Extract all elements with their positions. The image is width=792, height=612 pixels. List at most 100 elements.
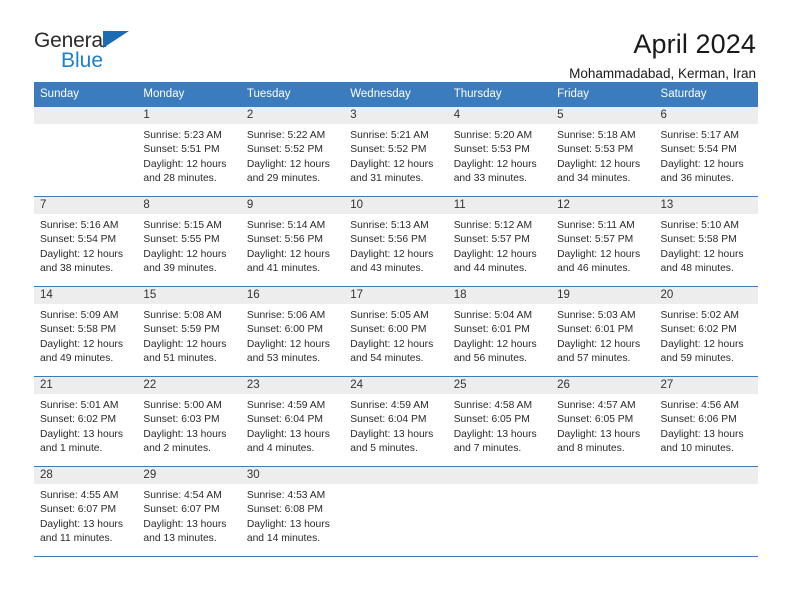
day-cell-empty — [551, 466, 655, 556]
day-cell[interactable]: 16 Sunrise: 5:06 AM Sunset: 6:00 PM Dayligh… — [240, 286, 345, 376]
day-cell[interactable]: 21 Sunrise: 5:01 AM Sunset: 6:02 PM Dayligh… — [34, 376, 138, 466]
day-cell[interactable]: 7 Sunrise: 5:16 AM Sunset: 5:54 PM Daylight… — [34, 196, 138, 286]
day-details: Sunrise: 5:21 AM Sunset: 5:52 PM Daylight:… — [344, 124, 447, 186]
daylight-text-line1: Daylight: 13 hours — [40, 518, 123, 530]
day-cell[interactable]: 9 Sunrise: 5:14 AM Sunset: 5:56 PM Daylight… — [240, 196, 345, 286]
day-details: Sunrise: 4:59 AM Sunset: 6:04 PM Daylight:… — [344, 394, 447, 456]
calendar-grid: Sunday Monday Tuesday Wednesday Thursday… — [34, 82, 758, 557]
general-blue-logo[interactable]: General Blue — [34, 30, 146, 76]
sunset-text: Sunset: 5:57 PM — [453, 234, 530, 246]
sunset-text: Sunset: 6:08 PM — [246, 504, 323, 516]
sunset-text: Sunset: 6:06 PM — [660, 414, 737, 426]
day-number: 27 — [654, 376, 758, 394]
day-details: Sunrise: 5:20 AM Sunset: 5:53 PM Daylight:… — [448, 124, 551, 186]
day-cell[interactable]: 3 Sunrise: 5:21 AM Sunset: 5:52 PM Daylight… — [344, 106, 448, 196]
sunrise-text: Sunrise: 5:23 AM — [143, 129, 222, 141]
day-cell[interactable]: 20 Sunrise: 5:02 AM Sunset: 6:02 PM Dayligh… — [654, 286, 758, 376]
day-details: Sunrise: 5:13 AM Sunset: 5:56 PM Daylight:… — [344, 214, 447, 276]
day-cell[interactable]: 1 Sunrise: 5:23 AM Sunset: 5:51 PM Daylight… — [137, 106, 241, 196]
day-cell[interactable]: 13 Sunrise: 5:10 AM Sunset: 5:58 PM Dayligh… — [654, 196, 758, 286]
daylight-text-line2: and 48 minutes. — [660, 262, 734, 274]
daylight-text-line2: and 46 minutes. — [557, 262, 631, 274]
daylight-text-line1: Daylight: 12 hours — [350, 248, 434, 260]
day-cell[interactable]: 26 Sunrise: 4:57 AM Sunset: 6:05 PM Dayligh… — [551, 376, 655, 466]
sunset-text: Sunset: 5:52 PM — [246, 144, 323, 156]
day-cell[interactable]: 15 Sunrise: 5:08 AM Sunset: 5:59 PM Dayligh… — [137, 286, 241, 376]
day-cell[interactable]: 8 Sunrise: 5:15 AM Sunset: 5:55 PM Daylight… — [137, 196, 241, 286]
day-details: Sunrise: 5:10 AM Sunset: 5:58 PM Daylight:… — [655, 214, 758, 276]
daylight-text-line2: and 10 minutes. — [660, 442, 734, 454]
day-cell[interactable]: 6 Sunrise: 5:17 AM Sunset: 5:54 PM Daylight… — [654, 106, 758, 196]
day-cell[interactable]: 28 Sunrise: 4:55 AM Sunset: 6:07 PM Dayligh… — [34, 466, 138, 556]
daylight-text-line2: and 54 minutes. — [350, 352, 424, 364]
weekday-header-friday: Friday — [557, 88, 590, 100]
sunrise-text: Sunrise: 5:15 AM — [143, 219, 222, 231]
day-cell[interactable]: 29 Sunrise: 4:54 AM Sunset: 6:07 PM Dayligh… — [137, 466, 241, 556]
sunset-text: Sunset: 5:55 PM — [143, 234, 220, 246]
day-cell[interactable]: 4 Sunrise: 5:20 AM Sunset: 5:53 PM Daylight… — [447, 106, 552, 196]
day-number — [34, 106, 138, 124]
day-details: Sunrise: 5:02 AM Sunset: 6:02 PM Daylight:… — [655, 304, 758, 366]
day-cell[interactable]: 22 Sunrise: 5:00 AM Sunset: 6:03 PM Dayligh… — [137, 376, 241, 466]
sunset-text: Sunset: 6:05 PM — [557, 414, 634, 426]
daylight-text-line2: and 36 minutes. — [660, 172, 734, 184]
sunrise-text: Sunrise: 4:53 AM — [246, 489, 326, 501]
sunset-text: Sunset: 5:56 PM — [350, 234, 427, 246]
sunrise-text: Sunrise: 4:54 AM — [143, 489, 222, 501]
daylight-text-line2: and 11 minutes. — [40, 532, 113, 544]
sunset-text: Sunset: 5:58 PM — [40, 324, 117, 336]
sunset-text: Sunset: 5:53 PM — [453, 144, 530, 156]
sunrise-text: Sunrise: 5:14 AM — [246, 219, 326, 231]
day-cell[interactable]: 23 Sunrise: 4:59 AM Sunset: 6:04 PM Dayligh… — [240, 376, 345, 466]
daylight-text-line2: and 38 minutes. — [40, 262, 114, 274]
day-cell[interactable]: 24 Sunrise: 4:59 AM Sunset: 6:04 PM Dayligh… — [344, 376, 448, 466]
sunset-text: Sunset: 6:03 PM — [143, 414, 220, 426]
sunrise-text: Sunrise: 4:56 AM — [660, 399, 739, 411]
day-number: 23 — [240, 376, 345, 394]
week-row: 1 Sunrise: 5:23 AM Sunset: 5:51 PM Daylight… — [34, 106, 758, 197]
sunset-text: Sunset: 6:00 PM — [246, 324, 323, 336]
day-cell[interactable]: 10 Sunrise: 5:13 AM Sunset: 5:56 PM Dayligh… — [344, 196, 448, 286]
day-details: Sunrise: 5:15 AM Sunset: 5:55 PM Daylight:… — [137, 214, 240, 276]
logo-text-general: General — [34, 29, 108, 52]
day-details: Sunrise: 5:18 AM Sunset: 5:53 PM Daylight:… — [551, 124, 654, 186]
daylight-text-line2: and 29 minutes. — [246, 172, 321, 184]
day-number: 30 — [240, 466, 345, 484]
logo-text-blue: Blue — [61, 49, 104, 72]
day-cell[interactable]: 30 Sunrise: 4:53 AM Sunset: 6:08 PM Dayligh… — [240, 466, 345, 556]
day-cell[interactable]: 17 Sunrise: 5:05 AM Sunset: 6:00 PM Dayligh… — [344, 286, 448, 376]
daylight-text-line1: Daylight: 12 hours — [40, 338, 123, 350]
sunrise-text: Sunrise: 4:58 AM — [453, 399, 533, 411]
daylight-text-line1: Daylight: 12 hours — [143, 158, 227, 170]
day-details: Sunrise: 5:05 AM Sunset: 6:00 PM Daylight:… — [344, 304, 447, 366]
day-cell[interactable]: 11 Sunrise: 5:12 AM Sunset: 5:57 PM Dayligh… — [447, 196, 552, 286]
day-cell[interactable]: 25 Sunrise: 4:58 AM Sunset: 6:05 PM Dayligh… — [447, 376, 552, 466]
day-cell[interactable]: 12 Sunrise: 5:11 AM Sunset: 5:57 PM Dayligh… — [551, 196, 655, 286]
sunset-text: Sunset: 6:02 PM — [660, 324, 737, 336]
daylight-text-line2: and 56 minutes. — [453, 352, 527, 364]
daylight-text-line1: Daylight: 12 hours — [246, 338, 330, 350]
triangle-icon — [103, 31, 129, 48]
daylight-text-line1: Daylight: 12 hours — [557, 158, 641, 170]
day-cell[interactable]: 19 Sunrise: 5:03 AM Sunset: 6:01 PM Dayligh… — [551, 286, 655, 376]
weekday-header-sunday: Sunday — [40, 88, 80, 100]
day-number: 14 — [34, 286, 138, 304]
sunrise-text: Sunrise: 5:21 AM — [350, 129, 429, 141]
sunset-text: Sunset: 5:58 PM — [660, 234, 737, 246]
daylight-text-line2: and 34 minutes. — [557, 172, 631, 184]
day-number: 22 — [137, 376, 241, 394]
day-cell[interactable]: 2 Sunrise: 5:22 AM Sunset: 5:52 PM Daylight… — [240, 106, 345, 196]
daylight-text-line1: Daylight: 12 hours — [557, 248, 641, 260]
day-cell[interactable]: 27 Sunrise: 4:56 AM Sunset: 6:06 PM Dayligh… — [654, 376, 758, 466]
weeks-container: 1 Sunrise: 5:23 AM Sunset: 5:51 PM Daylight… — [34, 106, 758, 557]
sunrise-text: Sunrise: 5:01 AM — [40, 399, 119, 411]
daylight-text-line2: and 7 minutes. — [453, 442, 522, 454]
day-cell[interactable]: 18 Sunrise: 5:04 AM Sunset: 6:01 PM Dayligh… — [447, 286, 552, 376]
sunrise-text: Sunrise: 5:13 AM — [350, 219, 429, 231]
sunrise-text: Sunrise: 4:59 AM — [350, 399, 429, 411]
day-cell[interactable]: 14 Sunrise: 5:09 AM Sunset: 5:58 PM Dayligh… — [34, 286, 138, 376]
sunrise-text: Sunrise: 5:03 AM — [557, 309, 636, 321]
sunrise-text: Sunrise: 4:55 AM — [40, 489, 119, 501]
day-cell[interactable]: 5 Sunrise: 5:18 AM Sunset: 5:53 PM Daylight… — [551, 106, 655, 196]
daylight-text-line1: Daylight: 12 hours — [40, 248, 123, 260]
